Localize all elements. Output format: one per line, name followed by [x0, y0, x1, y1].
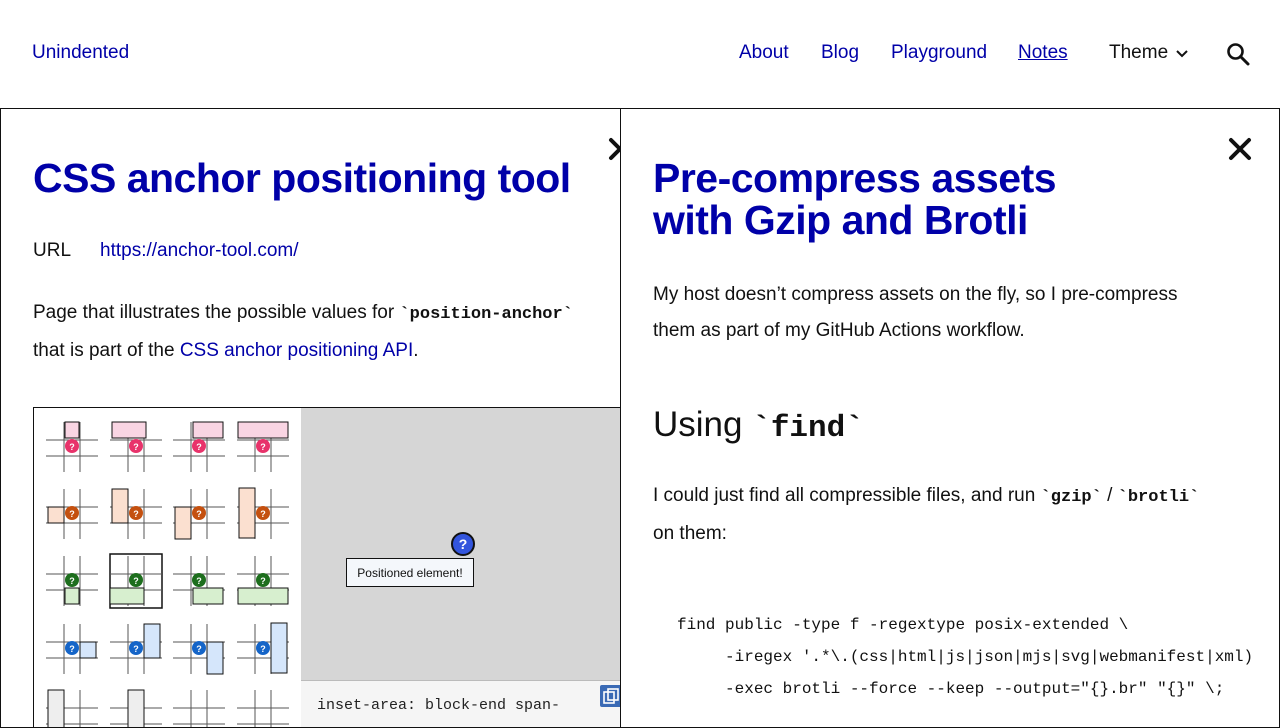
grid-cell [109, 689, 163, 727]
url-link[interactable]: https://anchor-tool.com/ [100, 240, 299, 262]
description: Page that illustrates the possible value… [33, 295, 633, 369]
anchor-tool-demo: ? ? ? ? ? ? ? ? ? ? ? ? ? ? ? ? ? Positi… [33, 407, 639, 728]
anchor-element[interactable]: ? [451, 532, 475, 556]
svg-text:?: ? [133, 442, 139, 452]
grid-cell: ? [45, 421, 99, 473]
nav-notes[interactable]: Notes [1018, 42, 1068, 64]
svg-text:?: ? [196, 576, 202, 586]
svg-text:?: ? [69, 576, 75, 586]
position-anchor-code: `position-anchor` [399, 305, 573, 324]
css-snippet: inset-area: block-end span- [317, 697, 561, 714]
section-heading: Using `find` [653, 405, 864, 446]
svg-text:?: ? [133, 509, 139, 519]
positioned-element: Positioned element! [346, 558, 474, 587]
grid-cell: ? [172, 623, 226, 675]
intro-paragraph: My host doesn’t compress assets on the f… [653, 277, 1273, 349]
intro-line-2: them as part of my GitHub Actions workfl… [653, 320, 1025, 341]
gzip-code: `gzip` [1040, 488, 1102, 507]
grid-cell [45, 689, 99, 727]
svg-text:?: ? [196, 644, 202, 654]
close-icon[interactable] [1227, 136, 1253, 162]
grid-cell: ? [236, 487, 290, 540]
svg-text:?: ? [196, 509, 202, 519]
svg-text:?: ? [69, 509, 75, 519]
grid-cell: ? [172, 421, 226, 473]
site-header: Unindented About Blog Playground Notes T… [0, 0, 1280, 108]
theme-menu-button[interactable]: Theme [1109, 42, 1188, 64]
grid-cell: ? [109, 488, 163, 540]
grid-cell: ? [172, 488, 226, 540]
copy-icon[interactable] [600, 685, 622, 707]
body-text-2: on them: [653, 523, 727, 544]
note-panel-precompress: Pre-compress assets with Gzip and Brotli… [620, 108, 1280, 728]
theme-label: Theme [1109, 42, 1169, 63]
grid-cell: ? [109, 421, 163, 473]
svg-text:?: ? [69, 442, 75, 452]
code-block: find public -type f -regextype posix-ext… [677, 616, 1254, 698]
demo-stage: ? Positioned element! inset-area: block-… [301, 408, 639, 727]
brotli-code: `brotli` [1117, 488, 1200, 507]
page-title: CSS anchor positioning tool [33, 155, 571, 201]
url-key: URL [33, 240, 72, 261]
svg-text:?: ? [133, 576, 139, 586]
note-title-line-2: with Gzip and Brotli [653, 197, 1028, 243]
site-logo-link[interactable]: Unindented [32, 42, 129, 64]
svg-text:?: ? [133, 644, 139, 654]
grid-cell [172, 689, 226, 727]
svg-text:?: ? [260, 509, 266, 519]
nav-blog[interactable]: Blog [821, 42, 859, 64]
section-heading-text: Using [653, 405, 753, 444]
note-title-line-1: Pre-compress assets [653, 155, 1057, 201]
anchor-api-link[interactable]: CSS anchor positioning API [180, 340, 413, 361]
body-text: I could just find all compressible files… [653, 485, 1041, 506]
grid-cell: ? [45, 488, 99, 540]
inset-area-grid[interactable]: ? ? ? ? ? ? ? ? ? ? ? ? ? ? ? ? [34, 408, 301, 728]
grid-cell: ? [109, 623, 163, 675]
intro-line-1: My host doesn’t compress assets on the f… [653, 284, 1178, 305]
css-output: inset-area: block-end span- [301, 680, 639, 727]
svg-text:?: ? [260, 644, 266, 654]
grid-cell: ? [45, 623, 99, 675]
grid-cell [236, 689, 290, 727]
nav-about[interactable]: About [739, 42, 789, 64]
nav-playground[interactable]: Playground [891, 42, 987, 64]
svg-text:?: ? [260, 442, 266, 452]
note-panel-anchor-tool: CSS anchor positioning tool URL https://… [0, 108, 640, 728]
grid-cell: ? [236, 555, 290, 607]
slash-text: / [1101, 485, 1118, 506]
note-title: Pre-compress assets with Gzip and Brotli [653, 155, 1057, 243]
svg-text:?: ? [69, 644, 75, 654]
grid-cell: ? [45, 555, 99, 607]
svg-text:?: ? [196, 442, 202, 452]
svg-text:?: ? [260, 576, 266, 586]
chevron-down-icon [1176, 50, 1188, 58]
grid-cell: ? [109, 553, 163, 609]
description-text-2: that is part of the [33, 340, 180, 361]
grid-cell: ? [236, 421, 290, 473]
description-period: . [413, 340, 419, 361]
find-code: `find` [752, 411, 864, 446]
grid-cell: ? [172, 555, 226, 607]
description-text: Page that illustrates the possible value… [33, 302, 400, 323]
grid-cell: ? [236, 622, 290, 675]
search-icon[interactable] [1226, 42, 1250, 66]
body-paragraph: I could just find all compressible files… [653, 478, 1273, 552]
